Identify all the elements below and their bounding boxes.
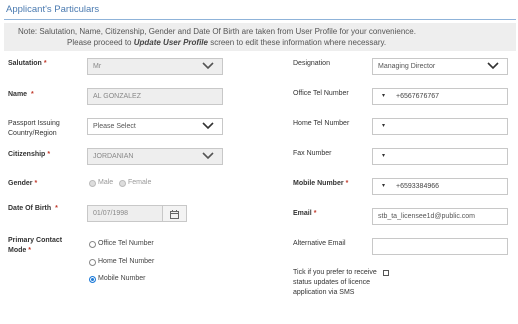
contact-mobile-label: Mobile Number — [98, 275, 146, 282]
name-label: Name * — [8, 91, 34, 98]
country-code-dropdown[interactable]: ▾ — [382, 179, 385, 194]
fax-label: Fax Number — [293, 150, 332, 157]
citizenship-label: Citizenship * — [8, 151, 51, 158]
salutation-select: Mr — [87, 58, 223, 75]
update-user-profile-link: Update User Profile — [133, 38, 208, 47]
dob-label: Date Of Birth * — [8, 205, 58, 212]
chevron-down-icon — [202, 62, 214, 70]
note-line-2: Please proceed to Update User Profile sc… — [67, 38, 387, 47]
passport-country-label: Passport Issuing Country/Region — [8, 120, 60, 137]
section-title: Applicant's Particulars — [6, 4, 100, 15]
info-note: Note: Salutation, Name, Citizenship, Gen… — [4, 23, 516, 51]
note-line-1: Note: Salutation, Name, Citizenship, Gen… — [18, 27, 416, 36]
contact-office-radio[interactable] — [89, 241, 96, 248]
alt-email-label: Alternative Email — [293, 240, 346, 247]
office-tel-label: Office Tel Number — [293, 90, 349, 97]
gender-female-radio — [119, 180, 126, 187]
sms-opt-checkbox[interactable] — [383, 270, 389, 276]
chevron-down-icon — [202, 152, 214, 160]
sms-opt-label: Tick if you prefer to receive status upd… — [293, 269, 377, 296]
designation-label: Designation — [293, 60, 330, 67]
contact-mode-label: Primary Contact Mode * — [8, 237, 63, 254]
country-code-dropdown[interactable]: ▾ — [382, 89, 385, 104]
gender-label: Gender * — [8, 180, 38, 187]
gender-male-label: Male — [98, 179, 114, 186]
home-tel-label: Home Tel Number — [293, 120, 350, 127]
calendar-icon — [170, 210, 179, 219]
office-tel-field[interactable]: ▾ +6567676767 — [372, 88, 508, 105]
contact-home-label: Home Tel Number — [98, 258, 155, 265]
gender-male-radio — [89, 180, 96, 187]
country-code-dropdown[interactable]: ▾ — [382, 149, 385, 164]
home-tel-field[interactable]: ▾ — [372, 118, 508, 135]
email-label: Email * — [293, 210, 317, 217]
contact-office-label: Office Tel Number — [98, 240, 154, 247]
passport-country-select[interactable]: Please Select — [87, 118, 223, 135]
chevron-down-icon — [202, 122, 214, 130]
contact-mobile-radio[interactable] — [89, 276, 96, 283]
citizenship-select: JORDANIAN — [87, 148, 223, 165]
salutation-label: Salutation * — [8, 60, 47, 67]
fax-field[interactable]: ▾ — [372, 148, 508, 165]
gender-female-label: Female — [128, 179, 152, 186]
mobile-field[interactable]: ▾ +6593384966 — [372, 178, 508, 195]
dob-field: 01/07/1998 — [87, 205, 163, 222]
email-field[interactable]: stb_ta_licensee1d@public.com — [372, 208, 508, 225]
country-code-dropdown[interactable]: ▾ — [382, 119, 385, 134]
section-title-rule — [4, 19, 516, 20]
calendar-button[interactable] — [163, 205, 187, 222]
alt-email-field[interactable] — [372, 238, 508, 255]
mobile-label: Mobile Number * — [293, 180, 349, 187]
contact-home-radio[interactable] — [89, 259, 96, 266]
name-field: AL GONZALEZ — [87, 88, 223, 105]
chevron-down-icon — [487, 62, 499, 70]
designation-select[interactable]: Managing Director — [372, 58, 508, 75]
